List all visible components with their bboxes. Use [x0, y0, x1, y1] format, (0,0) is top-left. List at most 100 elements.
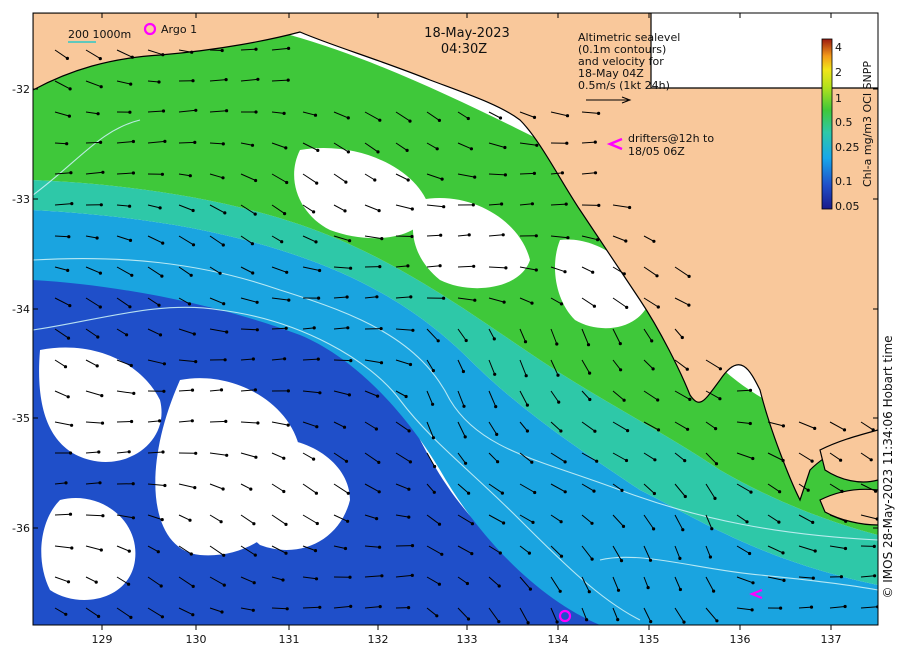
velocity-arrowhead	[282, 111, 286, 115]
velocity-arrowhead	[593, 429, 597, 433]
velocity-arrowhead	[69, 171, 73, 175]
imos-credit: © IMOS 28-May-2023 11:34:06 Hobart time	[881, 335, 895, 598]
velocity-arrow	[54, 142, 67, 145]
velocity-arrowhead	[688, 397, 692, 401]
velocity-arrowhead	[558, 589, 562, 593]
velocity-arrowhead	[125, 333, 129, 337]
velocity-arrowhead	[318, 605, 322, 609]
velocity-arrowhead	[283, 357, 287, 361]
velocity-arrowhead	[191, 243, 196, 247]
velocity-arrowhead	[129, 615, 133, 620]
velocity-arrowhead	[463, 435, 467, 439]
velocity-arrowhead	[162, 389, 166, 393]
velocity-arrowhead	[590, 521, 594, 525]
velocity-arrowhead	[532, 115, 537, 119]
velocity-arrowhead	[527, 551, 532, 555]
velocity-arrowhead	[377, 490, 381, 494]
velocity-arrowhead	[221, 487, 225, 491]
velocity-arrowhead	[872, 544, 876, 549]
velocity-arrowhead	[285, 180, 289, 185]
velocity-arrowhead	[464, 461, 468, 465]
velocity-arrowhead	[315, 181, 319, 185]
velocity-arrowhead	[160, 518, 164, 522]
velocity-arrowhead	[563, 270, 567, 274]
velocity-arrowhead	[317, 296, 321, 300]
velocity-arrowhead	[251, 608, 255, 612]
velocity-arrowhead	[559, 520, 563, 524]
velocity-arrowhead	[616, 588, 621, 592]
velocity-arrowhead	[377, 209, 381, 213]
velocity-arrowhead	[496, 460, 500, 464]
velocity-arrowhead	[502, 521, 506, 525]
velocity-arrowhead	[161, 450, 165, 454]
velocity-arrowhead	[316, 357, 320, 361]
velocity-arrowhead	[431, 402, 435, 406]
velocity-arrowhead	[591, 270, 595, 274]
velocity-arrowhead	[470, 552, 474, 556]
velocity-arrowhead	[95, 236, 99, 240]
velocity-arrowhead	[282, 456, 286, 460]
velocity-arrowhead	[313, 549, 318, 553]
velocity-arrowhead	[619, 368, 623, 372]
velocity-arrowhead	[407, 487, 411, 491]
velocity-arrowhead	[626, 429, 630, 433]
velocity-arrowhead	[100, 394, 104, 398]
velocity-arrowhead	[97, 614, 101, 619]
velocity-arrowhead	[748, 388, 753, 392]
velocity-arrowhead	[128, 110, 132, 114]
velocity-arrowhead	[409, 295, 413, 299]
velocity-arrowhead	[190, 50, 194, 54]
velocity-arrowhead	[251, 357, 255, 361]
velocity-arrowhead	[618, 342, 622, 346]
velocity-arrowhead	[314, 577, 319, 581]
velocity-arrowhead	[131, 139, 135, 144]
velocity-arrowhead	[349, 266, 353, 270]
velocity-arrowhead	[374, 427, 378, 431]
velocity-arrowhead	[99, 140, 103, 144]
velocity-arrowhead	[810, 459, 814, 463]
velocity-arrowhead	[504, 266, 508, 270]
velocity-arrowhead	[523, 340, 528, 344]
velocity-arrowhead	[806, 488, 810, 492]
depth-scale-label: 200 1000m	[68, 28, 131, 41]
velocity-arrowhead	[587, 590, 591, 594]
velocity-arrowhead	[346, 116, 350, 120]
velocity-arrowhead	[161, 241, 165, 245]
velocity-arrowhead	[687, 303, 691, 307]
velocity-arrowhead	[318, 268, 322, 273]
velocity-arrowhead	[318, 391, 322, 395]
velocity-arrowhead	[65, 56, 69, 61]
velocity-arrowhead	[436, 339, 440, 343]
velocity-arrowhead	[98, 271, 102, 275]
velocity-arrowhead	[778, 490, 782, 494]
velocity-arrowhead	[68, 87, 72, 91]
velocity-arrowhead	[256, 421, 260, 425]
velocity-arrowhead	[431, 436, 435, 440]
velocity-arrowhead	[596, 238, 600, 242]
velocity-arrowhead	[616, 618, 620, 622]
y-tick-label: -33	[12, 193, 30, 206]
velocity-arrowhead	[745, 520, 749, 524]
velocity-arrowhead	[440, 177, 444, 181]
velocity-arrowhead	[533, 490, 537, 495]
velocity-arrowhead	[563, 460, 567, 464]
velocity-arrow	[85, 141, 101, 144]
velocity-arrowhead	[437, 118, 441, 122]
velocity-arrowhead	[652, 491, 657, 496]
velocity-arrowhead	[779, 606, 783, 610]
velocity-arrowhead	[282, 489, 286, 494]
velocity-arrowhead	[254, 178, 258, 183]
velocity-arrowhead	[656, 305, 660, 309]
velocity-arrowhead	[564, 202, 568, 206]
velocity-arrowhead	[98, 305, 102, 309]
velocity-arrow	[54, 235, 69, 238]
velocity-arrowhead	[249, 487, 253, 491]
velocity-arrowhead	[493, 372, 497, 376]
velocity-arrowhead	[592, 489, 596, 493]
velocity-arrowhead	[497, 620, 501, 624]
velocity-arrowhead	[255, 300, 259, 304]
velocity-arrowhead	[840, 489, 844, 493]
velocity-arrowhead	[280, 240, 284, 244]
velocity-arrowhead	[160, 274, 164, 278]
velocity-arrowhead	[590, 557, 594, 561]
